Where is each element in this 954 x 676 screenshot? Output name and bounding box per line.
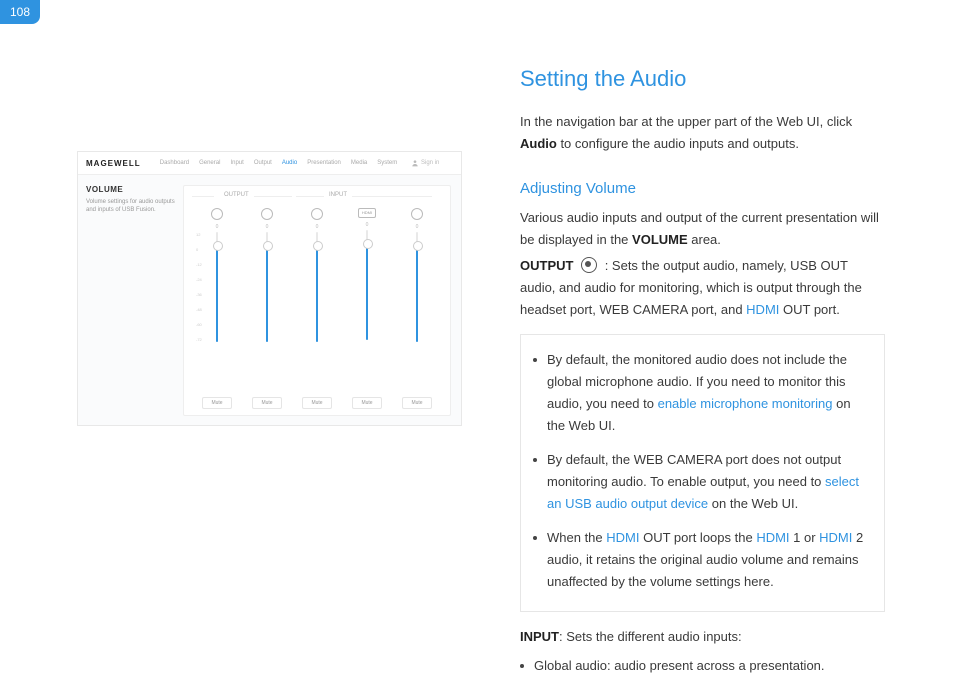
input-paragraph: INPUT: Sets the different audio inputs: [520,626,885,648]
mute-button[interactable]: Mute [402,397,431,409]
output-circle-icon [581,257,597,273]
volume-paragraph: Various audio inputs and output of the c… [520,207,885,251]
slider-mic: 0 [247,208,287,385]
line-in-icon [311,208,323,220]
output-paragraph: OUTPUT : Sets the output audio, namely, … [520,255,885,321]
heading-2: Adjusting Volume [520,176,885,202]
hdmi-link[interactable]: HDMI [756,530,789,545]
gain-value: 0 [316,224,319,230]
mute-button[interactable]: Mute [302,397,331,409]
nav-system[interactable]: System [377,160,397,166]
gain-value: 0 [416,224,419,230]
nav-general[interactable]: General [199,160,220,166]
signin-link[interactable]: Sign in [411,159,461,167]
section-output-label: OUTPUT [224,192,249,198]
note-box: By default, the monitored audio does not… [520,334,885,613]
hdmi-link[interactable]: HDMI [746,302,779,317]
signin-label: Sign in [421,160,439,166]
mute-button[interactable]: Mute [352,397,381,409]
heading-1: Setting the Audio [520,60,885,97]
nav-tabs: Dashboard General Input Output Audio Pre… [146,160,411,166]
nav-presentation[interactable]: Presentation [307,160,341,166]
sidebar-title: VOLUME [86,185,175,194]
bullet-icon [533,458,537,462]
mic-icon [261,208,273,220]
nav-input[interactable]: Input [230,160,243,166]
page-number-tab: 108 [0,0,40,24]
bluetooth-icon [411,208,423,220]
list-item: Global audio: audio present across a pre… [520,655,885,676]
volume-slider[interactable] [316,232,318,342]
mute-row: Mute Mute Mute Mute Mute [192,397,442,409]
volume-slider[interactable]: 120-12-24-36-48-60-72 [216,232,218,342]
volume-slider[interactable] [266,232,268,342]
mute-button[interactable]: Mute [202,397,231,409]
sidebar: VOLUME Volume settings for audio outputs… [78,175,183,426]
volume-slider[interactable] [416,232,418,342]
note-item: By default, the monitored audio does not… [533,349,866,437]
intro-paragraph: In the navigation bar at the upper part … [520,111,885,155]
enable-mic-monitoring-link[interactable]: enable microphone monitoring [658,396,833,411]
note-item: When the HDMI OUT port loops the HDMI 1 … [533,527,866,593]
hdmi-link[interactable]: HDMI [606,530,639,545]
user-icon [411,159,419,167]
volume-card: OUTPUT INPUT 0 120-12-24-36-48-60-72 0 [183,185,451,416]
slider-output: 0 120-12-24-36-48-60-72 [197,208,237,385]
doc-content: Setting the Audio In the navigation bar … [520,60,885,676]
slider-hdmi: HDMI 0 [347,208,387,385]
mute-button[interactable]: Mute [252,397,281,409]
gain-value: 0 [366,222,369,228]
hdmi-link[interactable]: HDMI [819,530,852,545]
hdmi-icon: HDMI [358,208,376,218]
volume-slider[interactable] [366,230,368,340]
brand-logo: MAGEWELL [78,159,146,168]
slider-bt: 0 [397,208,437,385]
note-item: By default, the WEB CAMERA port does not… [533,449,866,515]
gain-value: 0 [216,224,219,230]
section-input-label: INPUT [329,192,347,198]
slider-columns: 0 120-12-24-36-48-60-72 0 0 [192,208,442,385]
app-screenshot: MAGEWELL Dashboard General Input Output … [77,151,462,426]
bullet-icon [533,358,537,362]
nav-audio[interactable]: Audio [282,160,297,166]
gain-value: 0 [266,224,269,230]
nav-output[interactable]: Output [254,160,272,166]
bullet-list: Global audio: audio present across a pre… [520,655,885,676]
sidebar-desc: Volume settings for audio outputs and in… [86,198,175,215]
nav-media[interactable]: Media [351,160,367,166]
bullet-icon [533,536,537,540]
nav-dashboard[interactable]: Dashboard [160,160,189,166]
app-topbar: MAGEWELL Dashboard General Input Output … [78,152,461,175]
speaker-icon [211,208,223,220]
bullet-icon [520,664,524,668]
slider-line: 0 [297,208,337,385]
